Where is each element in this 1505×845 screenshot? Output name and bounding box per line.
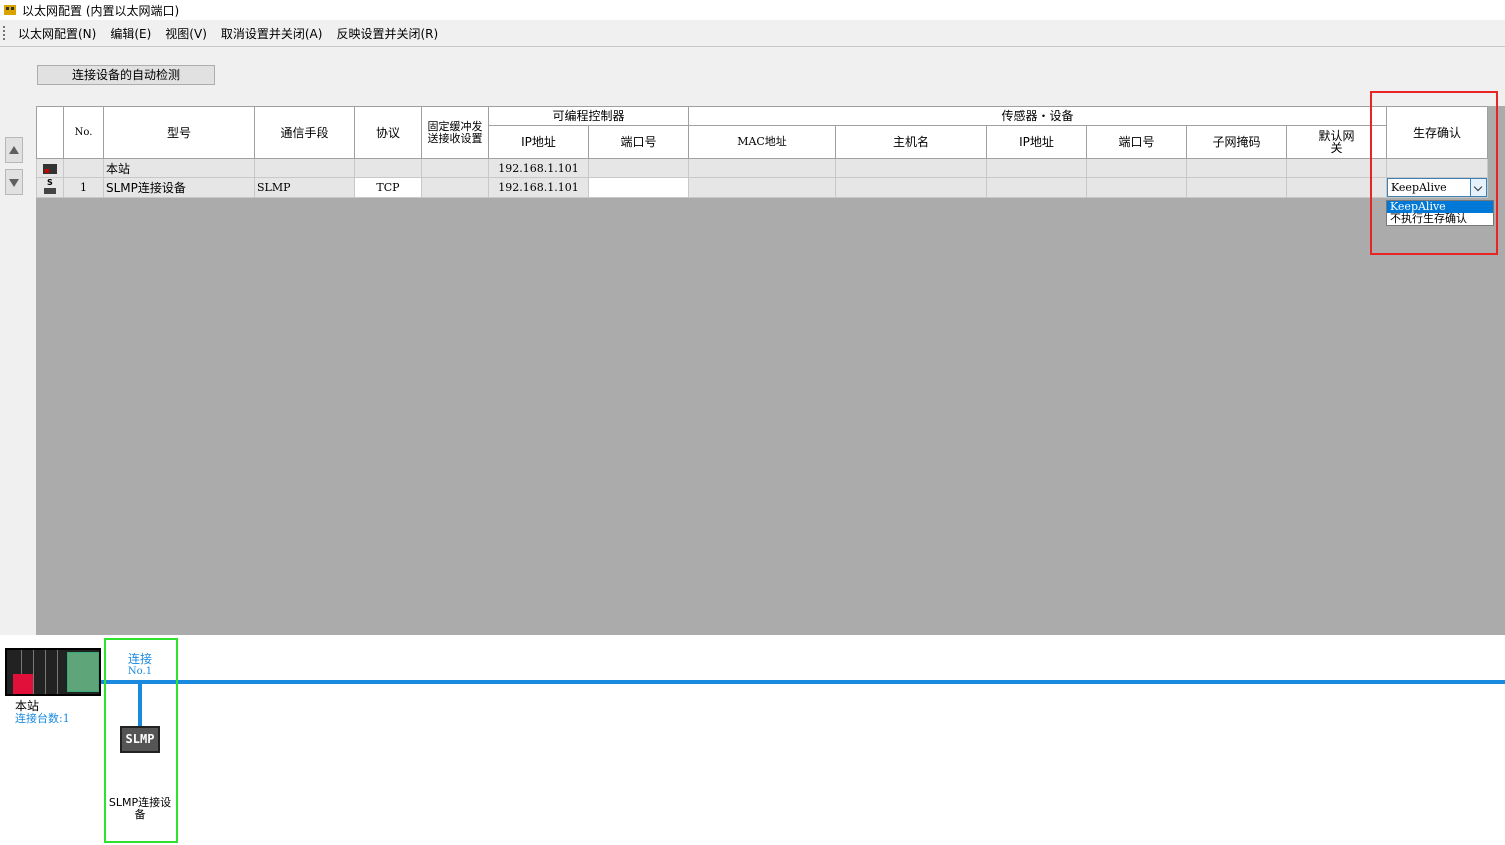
header-fixed-buffer: 固定缓冲发送接收设置	[421, 106, 489, 159]
auto-detect-button[interactable]: 连接设备的自动检测	[37, 65, 215, 85]
header-dev-ip: IP地址	[986, 125, 1087, 159]
menu-cancel-close[interactable]: 取消设置并关闭(A)	[215, 25, 331, 42]
header-plc-ip: IP地址	[488, 125, 589, 159]
header-plc-port: 端口号	[588, 125, 689, 159]
row-alive-cell[interactable]: KeepAlive	[1386, 177, 1488, 198]
header-comm-means: 通信手段	[254, 106, 355, 159]
plc-station-icon[interactable]	[5, 648, 101, 696]
header-icon-col	[36, 106, 64, 159]
connection-label: 连接	[127, 652, 152, 666]
row-mac[interactable]	[688, 158, 836, 178]
row-no	[63, 158, 104, 178]
connection-number: No.1	[127, 666, 153, 677]
network-bus-line	[101, 680, 1505, 684]
row-subnet[interactable]	[1186, 158, 1287, 178]
row-mac[interactable]	[688, 177, 836, 198]
row-dev-ip[interactable]	[986, 158, 1087, 178]
option-no-alive-check[interactable]: 不执行生存确认	[1387, 213, 1493, 225]
slmp-device-node[interactable]: SLMP	[120, 726, 160, 753]
row-model[interactable]: 本站	[103, 158, 255, 178]
menu-edit[interactable]: 编辑(E)	[104, 25, 159, 42]
device-grid-area: No. 型号 通信手段 协议 固定缓冲发送接收设置 可编程控制器 传感器・设备 …	[36, 106, 1505, 635]
header-plc-group: 可编程控制器	[488, 106, 689, 126]
move-up-icon[interactable]	[5, 137, 23, 163]
header-subnet: 子网掩码	[1186, 125, 1287, 159]
row-subnet[interactable]	[1186, 177, 1287, 198]
title-bar: 以太网配置 (内置以太网端口)	[0, 0, 1505, 20]
row-protocol[interactable]: TCP	[354, 177, 422, 198]
menu-ethernet-config[interactable]: 以太网配置(N)	[12, 25, 104, 42]
table-row[interactable]: S 1 SLMP连接设备 SLMP TCP 192.168.1.101 Keep…	[36, 177, 1488, 198]
row-plc-port[interactable]	[588, 177, 689, 198]
header-alive-check: 生存确认	[1386, 106, 1488, 159]
menu-bar: 以太网配置(N) 编辑(E) 视图(V) 取消设置并关闭(A) 反映设置并关闭(…	[0, 20, 1505, 47]
slmp-device-icon: S	[36, 177, 64, 198]
alive-check-value: KeepAlive	[1391, 181, 1447, 194]
menu-apply-close[interactable]: 反映设置并关闭(R)	[330, 25, 446, 42]
device-label: SLMP连接设备	[108, 796, 172, 821]
connection-count-label: 连接台数:1	[15, 712, 70, 725]
move-down-icon[interactable]	[5, 169, 23, 195]
alive-check-options[interactable]: KeepAlive 不执行生存确认	[1386, 200, 1494, 226]
menu-grip	[3, 26, 6, 40]
menu-view[interactable]: 视图(V)	[159, 25, 215, 42]
row-hostname[interactable]	[835, 177, 987, 198]
device-table: No. 型号 通信手段 协议 固定缓冲发送接收设置 可编程控制器 传感器・设备 …	[36, 106, 1488, 198]
network-diagram: 本站 连接台数:1 连接 No.1 SLMP SLMP连接设备	[0, 635, 1505, 845]
row-comm[interactable]	[254, 158, 355, 178]
table-row[interactable]: 本站 192.168.1.101	[36, 158, 1488, 178]
chevron-down-icon[interactable]	[1470, 179, 1486, 196]
row-plc-port[interactable]	[588, 158, 689, 178]
header-sensor-group: 传感器・设备	[688, 106, 1387, 126]
device-drop-line	[138, 684, 142, 728]
row-fixed[interactable]	[421, 177, 489, 198]
row-plc-ip[interactable]: 192.168.1.101	[488, 177, 589, 198]
row-model[interactable]: SLMP连接设备	[103, 177, 255, 198]
row-comm[interactable]: SLMP	[254, 177, 355, 198]
row-alive[interactable]	[1386, 158, 1488, 178]
header-model: 型号	[103, 106, 255, 159]
row-dev-ip[interactable]	[986, 177, 1087, 198]
alive-check-dropdown[interactable]: KeepAlive	[1387, 178, 1487, 197]
row-scroll-buttons	[5, 137, 23, 201]
row-dev-port[interactable]	[1086, 177, 1187, 198]
row-no: 1	[63, 177, 104, 198]
app-icon	[2, 2, 18, 18]
row-plc-ip[interactable]: 192.168.1.101	[488, 158, 589, 178]
window-title: 以太网配置 (内置以太网端口)	[22, 3, 180, 18]
header-mac: MAC地址	[688, 125, 836, 159]
header-protocol: 协议	[354, 106, 422, 159]
header-dev-port: 端口号	[1086, 125, 1187, 159]
station-icon	[36, 158, 64, 178]
row-fixed[interactable]	[421, 158, 489, 178]
row-hostname[interactable]	[835, 158, 987, 178]
row-protocol[interactable]	[354, 158, 422, 178]
header-gateway: 默认网关	[1286, 125, 1387, 159]
header-no: No.	[63, 106, 104, 159]
header-hostname: 主机名	[835, 125, 987, 159]
main-area: 连接设备的自动检测 No. 型号 通信手段 协议 固定缓冲发送接收设置 可编程控…	[0, 48, 1505, 635]
row-gateway[interactable]	[1286, 158, 1387, 178]
row-gateway[interactable]	[1286, 177, 1387, 198]
row-dev-port[interactable]	[1086, 158, 1187, 178]
